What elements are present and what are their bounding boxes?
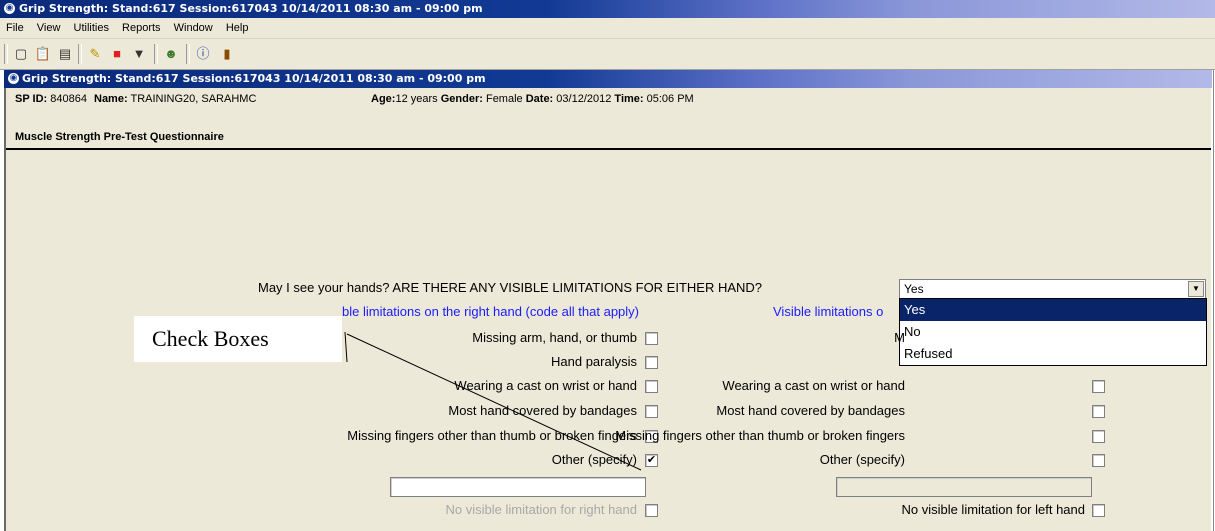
callout-arrow — [344, 331, 642, 471]
